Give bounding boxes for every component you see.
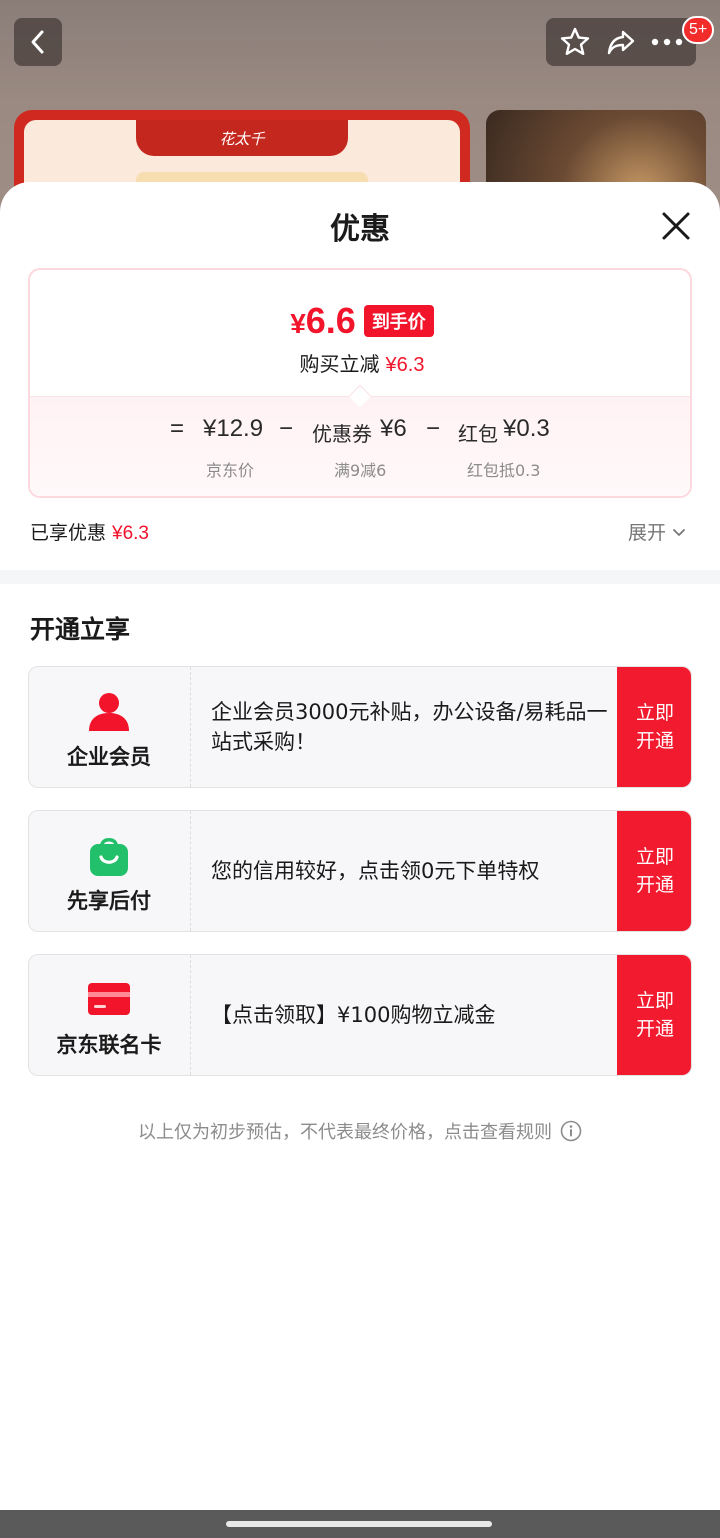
person-icon xyxy=(86,689,132,733)
enjoyed-discount: 已享优惠 ¥6.3 xyxy=(30,522,149,544)
offer-name: 京东联名卡 xyxy=(56,1033,162,1057)
offer-badge: 京东联名卡 xyxy=(29,955,191,1075)
discount-sheet: 优惠 ¥6.6 到手价 购买立减 ¥6.3 = ¥12.9 − 优惠券 ¥6 − … xyxy=(0,182,720,1510)
info-icon xyxy=(560,1120,582,1142)
activate-now-button[interactable]: 立即 开通 xyxy=(617,811,691,931)
final-price-tag: 到手价 xyxy=(363,305,434,337)
activate-now-button[interactable]: 立即 开通 xyxy=(617,955,691,1075)
notification-badge: 5+ xyxy=(682,16,715,44)
final-price: ¥6.6 xyxy=(290,300,356,341)
breakdown-coupon-value: ¥6 xyxy=(380,415,407,442)
close-button[interactable] xyxy=(656,206,696,246)
breakdown-redpacket-value: ¥0.3 xyxy=(503,415,550,442)
price-breakdown: = ¥12.9 − 优惠券 ¥6 − 红包 ¥0.3 京东价 满9减6 红包抵0… xyxy=(30,396,690,496)
offer-description: 企业会员3000元补贴，办公设备/易耗品一站式采购！ xyxy=(211,700,608,754)
close-icon xyxy=(662,212,690,240)
section-title: 开通立享 xyxy=(30,615,131,644)
breakdown-jd-price-label: 京东价 xyxy=(206,461,255,480)
section-divider xyxy=(0,570,720,584)
offer-card-pay-later: 先享后付 您的信用较好，点击领0元下单特权 立即 开通 xyxy=(28,810,692,932)
sheet-title: 优惠 xyxy=(330,212,390,247)
favorite-button[interactable] xyxy=(555,22,595,62)
minus-sign: − xyxy=(426,415,441,442)
offer-badge: 先享后付 xyxy=(29,811,191,931)
more-button[interactable] xyxy=(647,22,687,62)
rules-note-link[interactable]: 以上仅为初步预估，不代表最终价格，点击查看规则 xyxy=(0,1118,720,1144)
offer-card-enterprise: 企业会员 企业会员3000元补贴，办公设备/易耗品一站式采购！ 立即 开通 xyxy=(28,666,692,788)
activate-now-button[interactable]: 立即 开通 xyxy=(617,667,691,787)
chevron-down-icon xyxy=(673,528,685,536)
discount-summary: 购买立减 ¥6.3 xyxy=(299,352,425,376)
top-actions xyxy=(546,18,696,66)
breakdown-jd-price-value: ¥12.9 xyxy=(203,415,264,442)
home-indicator[interactable] xyxy=(226,1521,492,1527)
share-icon xyxy=(607,30,635,55)
expand-button[interactable]: 展开 xyxy=(628,518,686,545)
shopping-bag-icon xyxy=(86,833,132,877)
back-button[interactable] xyxy=(14,18,62,66)
breakdown-coupon-label: 满9减6 xyxy=(334,461,387,480)
offer-name: 先享后付 xyxy=(67,889,151,913)
equals-sign: = xyxy=(170,415,185,442)
system-navigation-bar xyxy=(0,1510,720,1538)
breakdown-redpacket-prefix: 红包 xyxy=(458,422,498,446)
final-price-row: ¥6.6 到手价 xyxy=(30,300,690,342)
breakdown-coupon-prefix: 优惠券 xyxy=(312,422,372,446)
credit-card-icon xyxy=(86,977,132,1021)
star-icon xyxy=(560,27,590,55)
offer-description: 您的信用较好，点击领0元下单特权 xyxy=(211,859,540,883)
price-summary-card: ¥6.6 到手价 购买立减 ¥6.3 = ¥12.9 − 优惠券 ¥6 − 红包 … xyxy=(28,268,692,498)
chevron-left-icon xyxy=(31,30,44,54)
breakdown-redpacket-label: 红包抵0.3 xyxy=(467,461,541,480)
offer-description: 【点击领取】¥100购物立减金 xyxy=(211,1003,496,1027)
product-brand-tag: 花太千 xyxy=(136,120,348,156)
more-dots-icon xyxy=(651,38,683,46)
offer-name: 企业会员 xyxy=(67,745,151,769)
offer-card-co-branded-card: 京东联名卡 【点击领取】¥100购物立减金 立即 开通 xyxy=(28,954,692,1076)
minus-sign: − xyxy=(279,415,294,442)
offer-badge: 企业会员 xyxy=(29,667,191,787)
share-button[interactable] xyxy=(601,22,641,62)
